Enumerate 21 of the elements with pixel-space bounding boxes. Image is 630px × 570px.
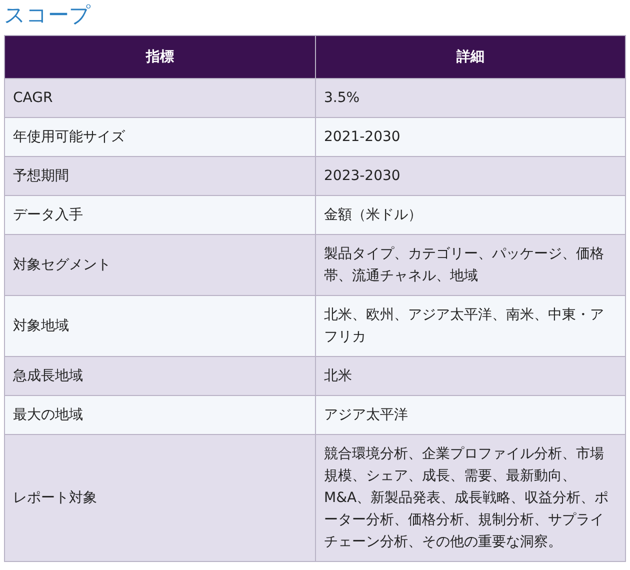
section-title: スコープ [4, 2, 92, 29]
table-cell: 3.5% [316, 78, 626, 118]
table-cell: 北米 [316, 356, 626, 396]
table-cell: 対象セグメント [4, 234, 316, 296]
table-cell: データ入手 [4, 196, 316, 234]
table-cell: 最大の地域 [4, 396, 316, 434]
table-cell: CAGR [4, 78, 316, 118]
table-cell: 2021-2030 [316, 118, 626, 156]
table-cell: 北米、欧州、アジア太平洋、南米、中東・アフリカ [316, 296, 626, 356]
table-cell: 金額（米ドル） [316, 196, 626, 234]
table-cell: 年使用可能サイズ [4, 118, 316, 156]
table-cell: アジア太平洋 [316, 396, 626, 434]
table-cell: 製品タイプ、カテゴリー、パッケージ、価格帯、流通チャネル、地域 [316, 234, 626, 296]
column-header: 詳細 [316, 36, 626, 78]
table-cell: 競合環境分析、企業プロファイル分析、市場規模、シェア、成長、需要、最新動向、M&A、新製品発表、成長戦略、収益分析、ポーター分析、価格分析、規制分析、サプライチェーン分析、その他の重要な洞察。 [316, 434, 626, 562]
table-cell: 急成長地域 [4, 356, 316, 396]
table-cell: 予想期間 [4, 156, 316, 196]
column-header: 指標 [4, 36, 316, 78]
table-cell: 2023-2030 [316, 156, 626, 196]
table-cell: 対象地域 [4, 296, 316, 356]
table-cell: レポート対象 [4, 434, 316, 562]
